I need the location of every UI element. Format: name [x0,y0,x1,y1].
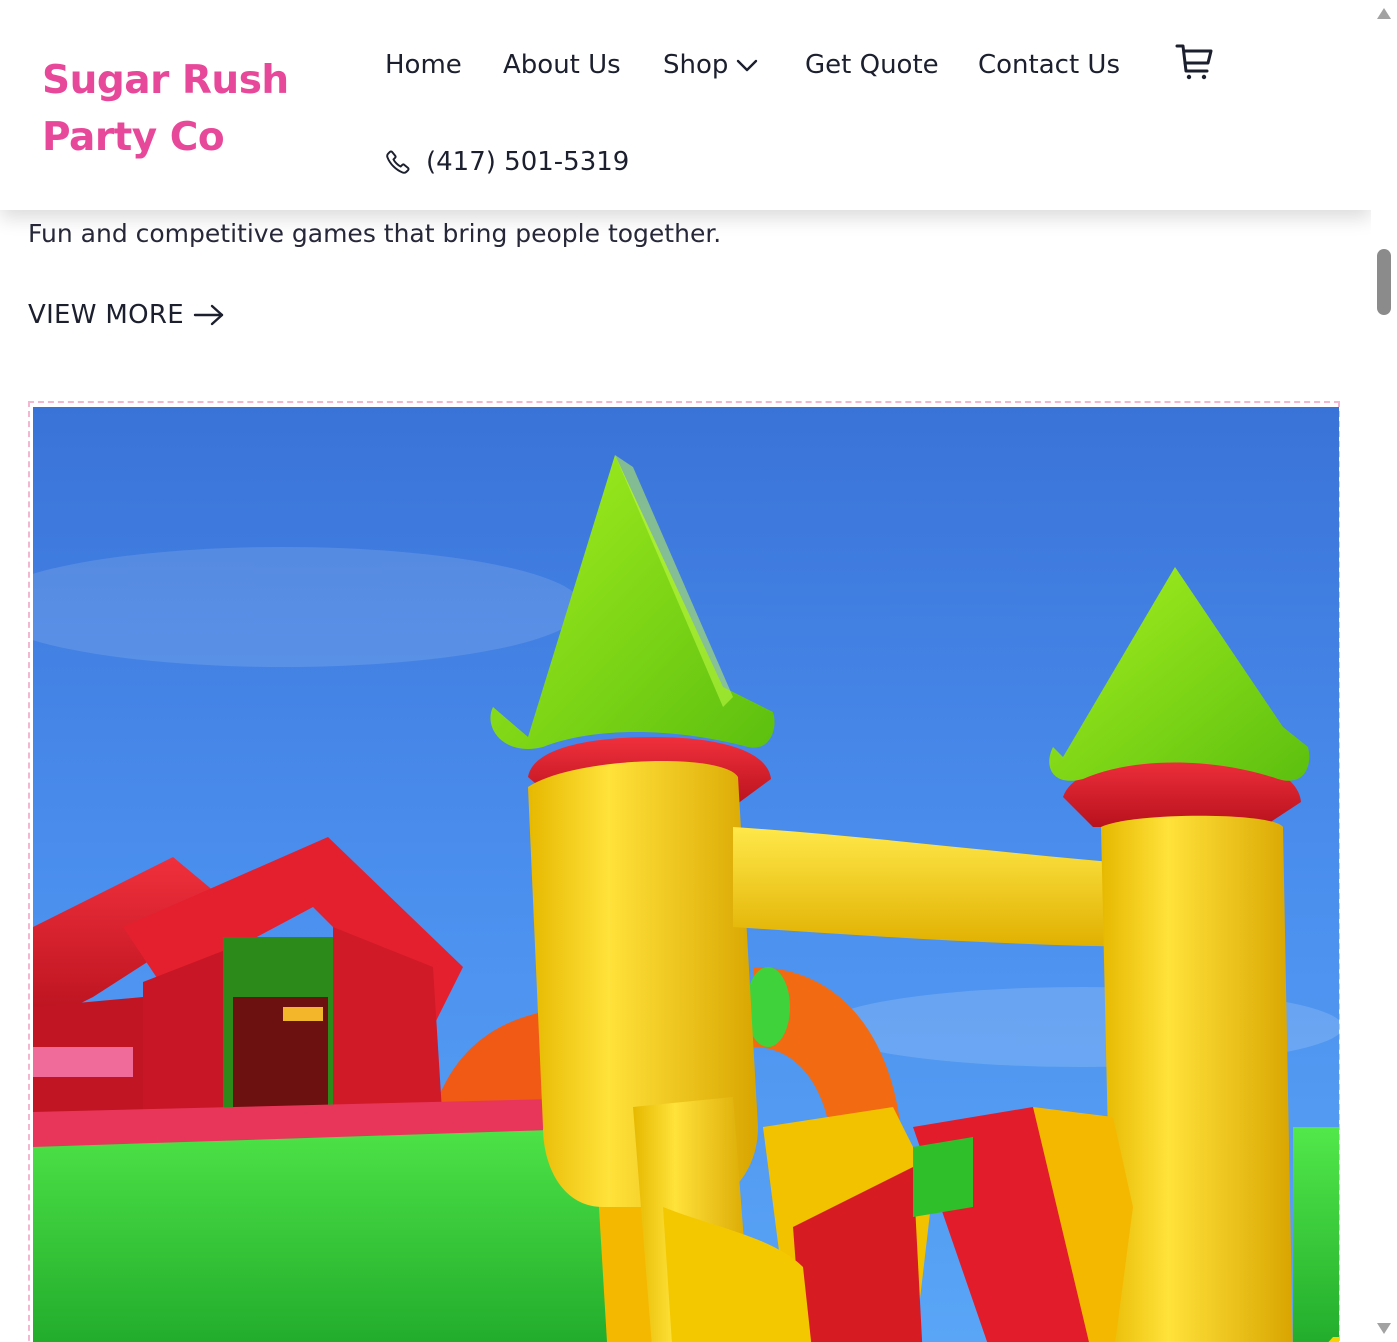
phone-link[interactable]: (417) 501-5319 [385,140,629,184]
nav-home-link[interactable]: Home [385,44,462,86]
site-header: Sugar Rush Party Co Home About Us Shop G… [0,0,1371,210]
nav-get-quote-link[interactable]: Get Quote [805,44,939,86]
bounce-castle-image [33,407,1339,1342]
chevron-down-icon [737,59,758,71]
page: Sugar Rush Party Co Home About Us Shop G… [0,0,1371,1342]
arrow-right-icon [193,304,224,326]
nav-contact-link[interactable]: Contact Us [978,44,1120,86]
product-image-frame[interactable] [28,401,1340,1342]
nav-about-link[interactable]: About Us [503,44,621,86]
scroll-down-arrow-icon[interactable] [1377,1323,1391,1334]
nav-shop-label: Shop [663,50,729,80]
view-more-label: VIEW MORE [28,300,184,330]
scroll-up-arrow-icon[interactable] [1377,8,1391,19]
view-more-link[interactable]: VIEW MORE [28,300,226,330]
nav-shop-dropdown[interactable]: Shop [663,44,758,86]
brand-logo[interactable]: Sugar Rush Party Co [42,52,387,166]
scrollbar-thumb[interactable] [1377,249,1391,315]
page-scrollbar[interactable] [1371,0,1397,1342]
phone-icon [386,150,410,174]
section-description: Fun and competitive games that bring peo… [28,219,722,248]
shopping-cart-icon[interactable] [1174,42,1214,82]
phone-number: (417) 501-5319 [426,147,630,177]
